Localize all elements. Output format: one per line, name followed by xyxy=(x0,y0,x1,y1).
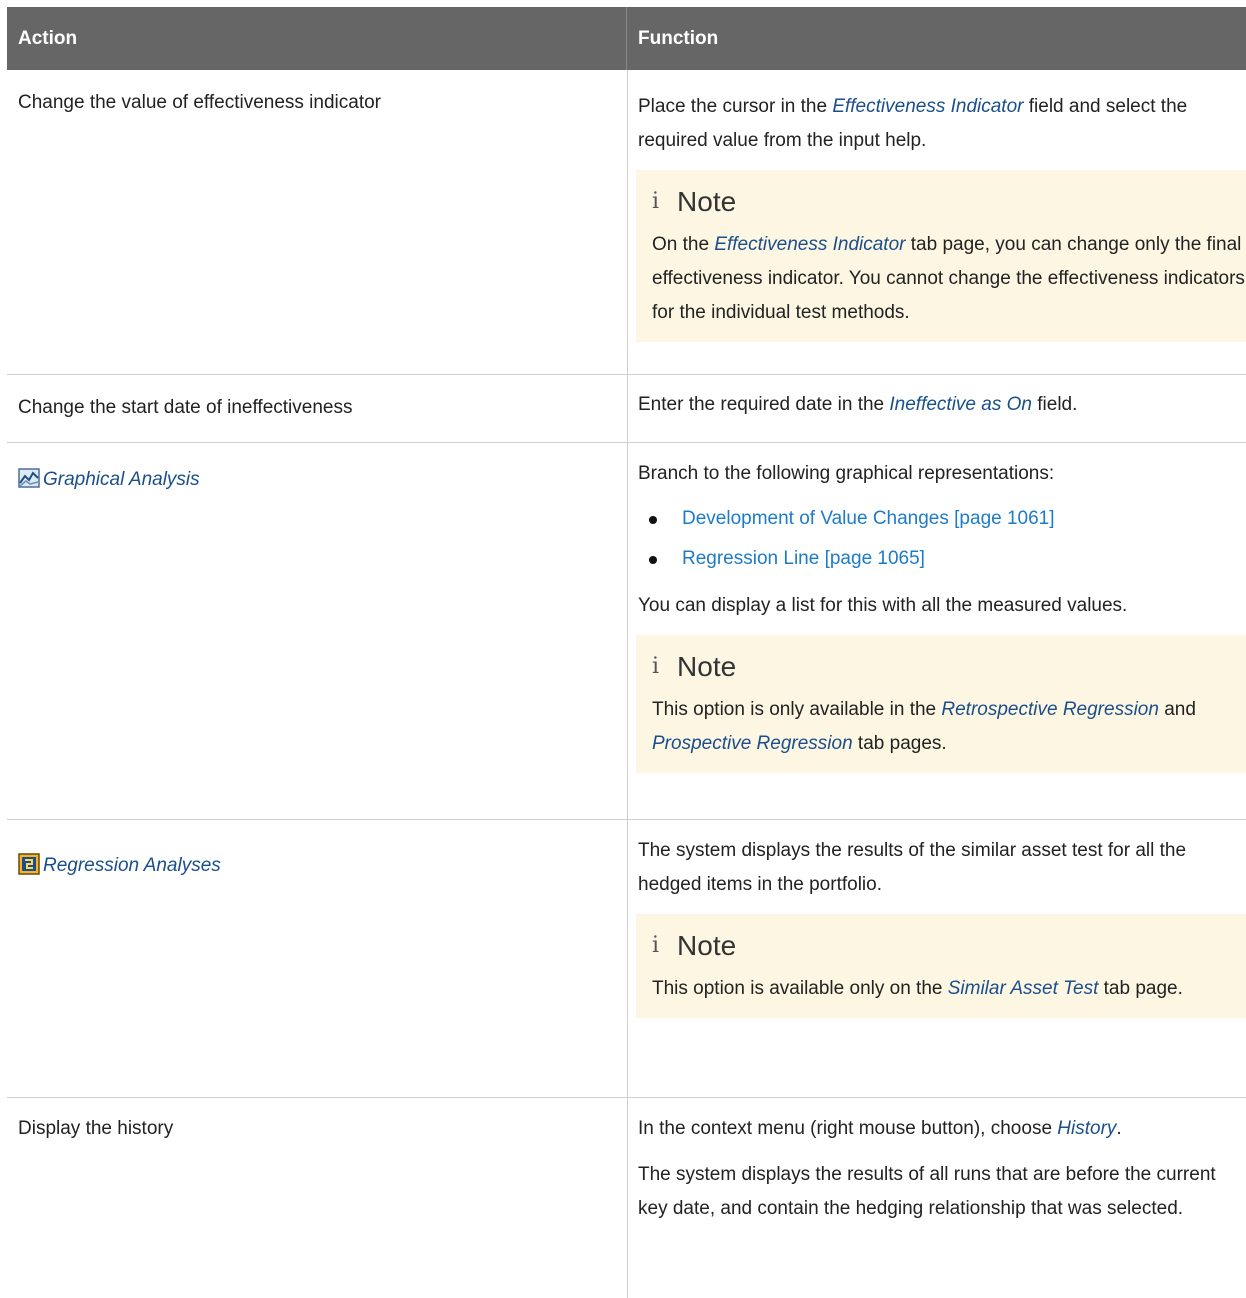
note-label: Note xyxy=(677,186,737,217)
text-run: . xyxy=(1116,1118,1122,1139)
info-icon: i xyxy=(652,654,660,679)
text-run: Place the cursor in the xyxy=(638,96,833,117)
function-cell: The system displays the results of the s… xyxy=(628,820,1246,1097)
action-cell: Graphical Analysis xyxy=(7,443,628,819)
note-box: i Note This option is available only on … xyxy=(636,914,1246,1018)
action-cell: Change the start date of ineffectiveness xyxy=(7,375,628,442)
action-link[interactable]: Graphical Analysis xyxy=(43,469,200,490)
note-text: This option is only available in the Ret… xyxy=(652,693,1246,761)
link-list: Development of Value Changes [page 1061]… xyxy=(638,499,1246,579)
doc-link[interactable]: Regression Line [page 1065] xyxy=(682,548,925,569)
function-cell: Enter the required date in the Ineffecti… xyxy=(628,375,1246,442)
note-header: i Note xyxy=(652,184,1246,220)
function-text: Enter the required date in the Ineffecti… xyxy=(638,388,1246,422)
doc-link[interactable]: Development of Value Changes [page 1061] xyxy=(682,508,1055,529)
function-text: You can display a list for this with all… xyxy=(638,595,1128,616)
header-action: Action xyxy=(7,7,627,70)
header-function: Function xyxy=(638,28,719,49)
tab-term: Effectiveness Indicator xyxy=(714,234,906,255)
function-text: The system displays the results of the s… xyxy=(638,840,1187,895)
graph-icon xyxy=(18,467,40,489)
function-text: Branch to the following graphical repres… xyxy=(638,463,1055,484)
action-cell: Regression Analyses xyxy=(7,820,628,1097)
note-header: i Note xyxy=(652,928,1246,964)
list-item: Development of Value Changes [page 1061] xyxy=(638,499,1246,539)
table-row: Change the start date of ineffectiveness… xyxy=(7,375,1246,443)
info-icon: i xyxy=(652,933,660,958)
function-cell: In the context menu (right mouse button)… xyxy=(628,1098,1246,1298)
text-run: This option is only available in the xyxy=(652,699,942,720)
note-text: On the Effectiveness Indicator tab page,… xyxy=(652,228,1246,330)
table-row: Display the history In the context menu … xyxy=(7,1098,1246,1298)
note-box: i Note On the Effectiveness Indicator ta… xyxy=(636,170,1246,342)
list-item: Regression Line [page 1065] xyxy=(638,539,1246,579)
tab-term: Prospective Regression xyxy=(652,733,853,754)
action-cell: Display the history xyxy=(7,1098,628,1298)
regression-icon xyxy=(18,853,40,875)
function-text: Place the cursor in the Effectiveness In… xyxy=(638,90,1246,158)
function-text: In the context menu (right mouse button)… xyxy=(638,1112,1246,1146)
text-run: This option is available only on the xyxy=(652,978,948,999)
note-header: i Note xyxy=(652,649,1246,685)
field-term: Ineffective as On xyxy=(889,394,1032,415)
table-header: Action Function xyxy=(7,7,1246,70)
text-run: On the xyxy=(652,234,715,255)
tab-term: Similar Asset Test xyxy=(947,978,1099,999)
note-box: i Note This option is only available in … xyxy=(636,635,1246,773)
text-run: and xyxy=(1158,699,1196,720)
note-label: Note xyxy=(677,930,737,961)
text-run: field. xyxy=(1031,394,1078,415)
function-cell: Place the cursor in the Effectiveness In… xyxy=(628,70,1246,374)
graph-icon-svg xyxy=(18,468,40,488)
function-cell: Branch to the following graphical repres… xyxy=(628,443,1246,819)
regression-icon-svg xyxy=(18,853,40,875)
text-run: tab pages. xyxy=(852,733,947,754)
action-link[interactable]: Regression Analyses xyxy=(43,855,221,876)
table-row: Regression Analyses The system displays … xyxy=(7,820,1246,1098)
text-run: tab page. xyxy=(1098,978,1183,999)
action-cell: Change the value of effectiveness indica… xyxy=(7,70,628,374)
table-row: Change the value of effectiveness indica… xyxy=(7,70,1246,375)
table-row: Graphical Analysis Branch to the followi… xyxy=(7,443,1246,820)
info-icon: i xyxy=(652,189,660,214)
text-run: Enter the required date in the xyxy=(638,394,890,415)
field-term: Effectiveness Indicator xyxy=(832,96,1024,117)
text-run: In the context menu (right mouse button)… xyxy=(638,1118,1058,1139)
note-label: Note xyxy=(677,651,737,682)
menu-term: History xyxy=(1057,1118,1117,1139)
function-text: The system displays the results of all r… xyxy=(638,1164,1216,1219)
function-table: Action Function Change the value of effe… xyxy=(7,7,1246,1298)
note-text: This option is available only on the Sim… xyxy=(652,972,1246,1006)
tab-term: Retrospective Regression xyxy=(941,699,1159,720)
